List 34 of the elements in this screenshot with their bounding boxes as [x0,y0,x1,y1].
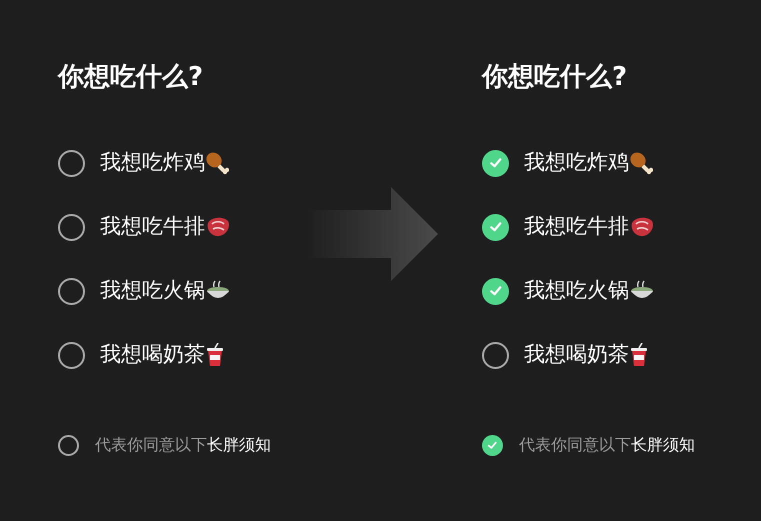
checked-checkbox[interactable] [482,278,509,304]
drink-cup-icon [629,343,649,367]
option-label[interactable]: 我想吃牛排 [100,211,205,243]
agreement-text: 代表你同意以下 [95,434,207,456]
option-label[interactable]: 我想喝奶茶 [524,339,629,371]
option-label[interactable]: 我想吃炸鸡 [524,147,629,179]
checkmark-icon [487,440,498,450]
steak-icon [205,215,231,239]
unchecked-checkbox[interactable] [58,214,85,240]
drumstick-icon [629,151,653,175]
agreement-text: 代表你同意以下 [519,434,631,456]
checkmark-icon [488,220,502,234]
unchecked-checkbox[interactable] [58,342,85,368]
terms-link[interactable]: 长胖须知 [207,433,271,457]
unchecked-checkbox[interactable] [482,342,509,368]
checked-checkbox[interactable] [482,434,503,456]
option-label[interactable]: 我想吃火锅 [100,275,205,307]
option-label[interactable]: 我想吃炸鸡 [100,147,205,179]
question-title: 你想吃什么? [482,61,628,94]
question-title: 你想吃什么? [58,61,204,94]
checked-checkbox[interactable] [482,214,509,240]
option-label[interactable]: 我想吃火锅 [524,275,629,307]
checkmark-icon [488,156,502,170]
unchecked-checkbox[interactable] [58,278,85,304]
unchecked-checkbox[interactable] [58,150,85,176]
steak-icon [629,215,655,239]
drumstick-icon [205,151,229,175]
terms-link[interactable]: 长胖须知 [631,433,695,457]
checked-checkbox[interactable] [482,150,509,176]
checkmark-icon [488,284,502,298]
option-label[interactable]: 我想喝奶茶 [100,339,205,371]
option-label[interactable]: 我想吃牛排 [524,211,629,243]
unchecked-checkbox[interactable] [58,434,79,456]
drink-cup-icon [205,343,225,367]
